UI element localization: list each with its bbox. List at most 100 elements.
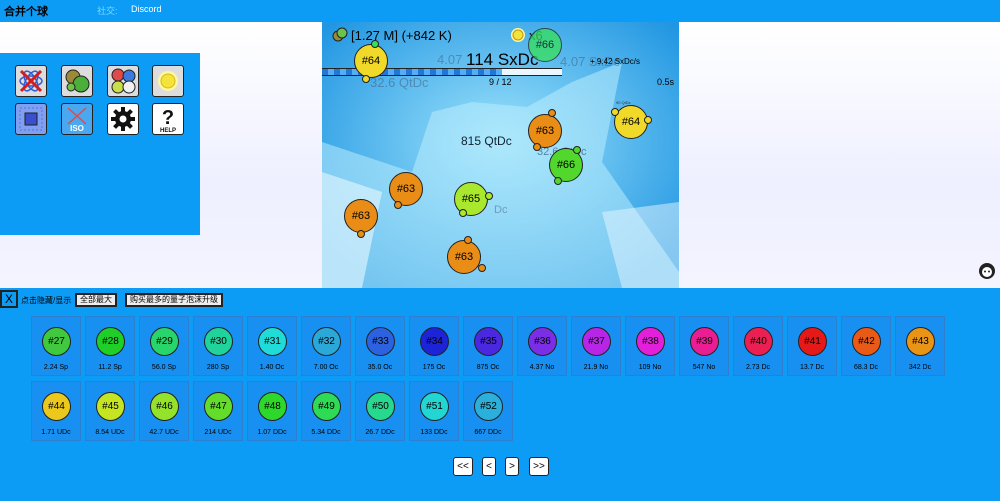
settings-tool-button[interactable] — [107, 103, 139, 135]
bubble-dot — [644, 116, 652, 124]
shop-item[interactable]: #42 68.3 Dc — [841, 316, 891, 376]
shop-item-cost: 875 Oc — [476, 364, 500, 371]
shop-item-label: #49 — [318, 401, 335, 412]
buy-upgrade-button[interactable]: 购买最多的量子泡沫升级 — [125, 293, 223, 307]
green-balls-icon — [65, 69, 90, 93]
shop-item-ball: #51 — [420, 392, 449, 421]
shop-item-ball: #36 — [528, 327, 557, 356]
game-bubble[interactable]: #64 — [614, 105, 648, 139]
shop-item-label: #38 — [642, 336, 659, 347]
shop-item[interactable]: #31 1.40 Oc — [247, 316, 297, 376]
characters-tool-button[interactable] — [107, 65, 139, 97]
shop-item-ball: #40 — [744, 327, 773, 356]
chip-icon — [19, 107, 43, 131]
shop-item[interactable]: #29 56.0 Sp — [139, 316, 189, 376]
shop-item[interactable]: #28 11.2 Sp — [85, 316, 135, 376]
shop-item-ball: #29 — [150, 327, 179, 356]
game-bubble[interactable]: #63 — [528, 114, 562, 148]
shop-item[interactable]: #47 214 UDc — [193, 381, 243, 441]
shop-item-label: #44 — [48, 401, 65, 412]
prev-page-button[interactable]: < — [482, 457, 496, 476]
faces-icon — [111, 68, 136, 94]
chip-tool-button[interactable] — [15, 103, 47, 135]
sun-tool-button[interactable] — [152, 65, 184, 97]
bubble-label: #66 — [535, 39, 555, 51]
shop-item[interactable]: #35 875 Oc — [463, 316, 513, 376]
iso-tool-button[interactable]: ISO — [61, 103, 93, 135]
next-page-button[interactable]: > — [505, 457, 519, 476]
shop-item[interactable]: #48 1.07 DDc — [247, 381, 297, 441]
sun-icon — [158, 71, 178, 91]
shop-item[interactable]: #45 8.54 UDc — [85, 381, 135, 441]
shop-item-label: #28 — [102, 336, 119, 347]
shop-item[interactable]: #37 21.9 No — [571, 316, 621, 376]
game-bubble[interactable]: #64 — [354, 44, 388, 78]
bubble-dot — [394, 201, 402, 209]
shop-item[interactable]: #51 133 DDc — [409, 381, 459, 441]
shop-item-cost: 133 DDc — [420, 429, 448, 436]
shop-item-ball: #43 — [906, 327, 935, 356]
first-page-button[interactable]: << — [453, 457, 473, 476]
bubble-dot — [459, 209, 467, 217]
shop-item[interactable]: #40 2.73 Dc — [733, 316, 783, 376]
shop-item-ball: #49 — [312, 392, 341, 421]
shop-item-cost: 1.40 Oc — [259, 364, 285, 371]
shop-item[interactable]: #43 342 Dc — [895, 316, 945, 376]
shop-item-ball: #38 — [636, 327, 665, 356]
svg-text:?: ? — [162, 107, 174, 129]
shop-item-label: #47 — [210, 401, 227, 412]
shop-item-ball: #32 — [312, 327, 341, 356]
discord-link[interactable]: Discord — [131, 4, 162, 14]
shop-item[interactable]: #52 667 DDc — [463, 381, 513, 441]
shop-item-cost: 547 No — [692, 364, 716, 371]
toggle-panel-button[interactable]: X — [0, 290, 18, 308]
game-bubble[interactable]: #63 — [344, 199, 378, 233]
shop-item-ball: #30 — [204, 327, 233, 356]
shop-item[interactable]: #34 175 Oc — [409, 316, 459, 376]
merge-tool-button[interactable] — [61, 65, 93, 97]
shop-item-label: #29 — [156, 336, 173, 347]
shop-item-cost: 2.73 Dc — [745, 364, 771, 371]
game-area[interactable]: [1.27 M] (+842 K) x6 4.07 114 SxDc 4.07 … — [322, 22, 679, 288]
shop-item-ball: #44 — [42, 392, 71, 421]
bubble-label: #63 — [535, 125, 555, 137]
last-page-button[interactable]: >> — [529, 457, 549, 476]
shop-item-ball: #46 — [150, 392, 179, 421]
game-bubble[interactable]: #63 — [389, 172, 423, 206]
avatar[interactable] — [979, 263, 995, 279]
shop-item[interactable]: #30 280 Sp — [193, 316, 243, 376]
shop-item-ball: #28 — [96, 327, 125, 356]
game-bubble[interactable]: #66 — [528, 28, 562, 62]
rate-label: + 9.42 SxDc/s — [590, 57, 641, 66]
floating-value-2: Dc — [494, 204, 508, 216]
help-icon: ? HELP — [160, 107, 176, 134]
shop-item[interactable]: #38 109 No — [625, 316, 675, 376]
progress-text: 9 / 12 — [489, 77, 512, 87]
shop-item[interactable]: #32 7.00 Oc — [301, 316, 351, 376]
shop-item[interactable]: #49 5.34 DDc — [301, 381, 351, 441]
max-all-button[interactable]: 全部最大 — [75, 293, 117, 307]
bubble-label: #66 — [556, 159, 576, 171]
shop-item-cost: 667 DDc — [474, 429, 502, 436]
bubble-dot — [533, 143, 541, 151]
bubble-label: #63 — [396, 183, 416, 195]
shop-item[interactable]: #50 26.7 DDc — [355, 381, 405, 441]
help-tool-button[interactable]: ? HELP — [152, 103, 184, 135]
shop-item-ball: #42 — [852, 327, 881, 356]
shop-item[interactable]: #27 2.24 Sp — [31, 316, 81, 376]
shop-item[interactable]: #39 547 No — [679, 316, 729, 376]
social-label: 社交: — [97, 6, 118, 16]
shop-item-label: #36 — [534, 336, 551, 347]
bubble-label: #65 — [461, 193, 481, 205]
game-bubble[interactable]: #63 — [447, 240, 481, 274]
shop-item[interactable]: #36 4.37 No — [517, 316, 567, 376]
bomb-tool-button[interactable] — [15, 65, 47, 97]
shop-item-label: #33 — [372, 336, 389, 347]
shop-item[interactable]: #44 1.71 UDc — [31, 381, 81, 441]
shop-item-label: #41 — [804, 336, 821, 347]
shop-item[interactable]: #46 42.7 UDc — [139, 381, 189, 441]
faint-qtdc: 32.6 QtDc — [370, 75, 429, 90]
shop-item-cost: 214 UDc — [204, 429, 232, 436]
shop-item[interactable]: #41 13.7 Dc — [787, 316, 837, 376]
shop-item[interactable]: #33 35.0 Oc — [355, 316, 405, 376]
